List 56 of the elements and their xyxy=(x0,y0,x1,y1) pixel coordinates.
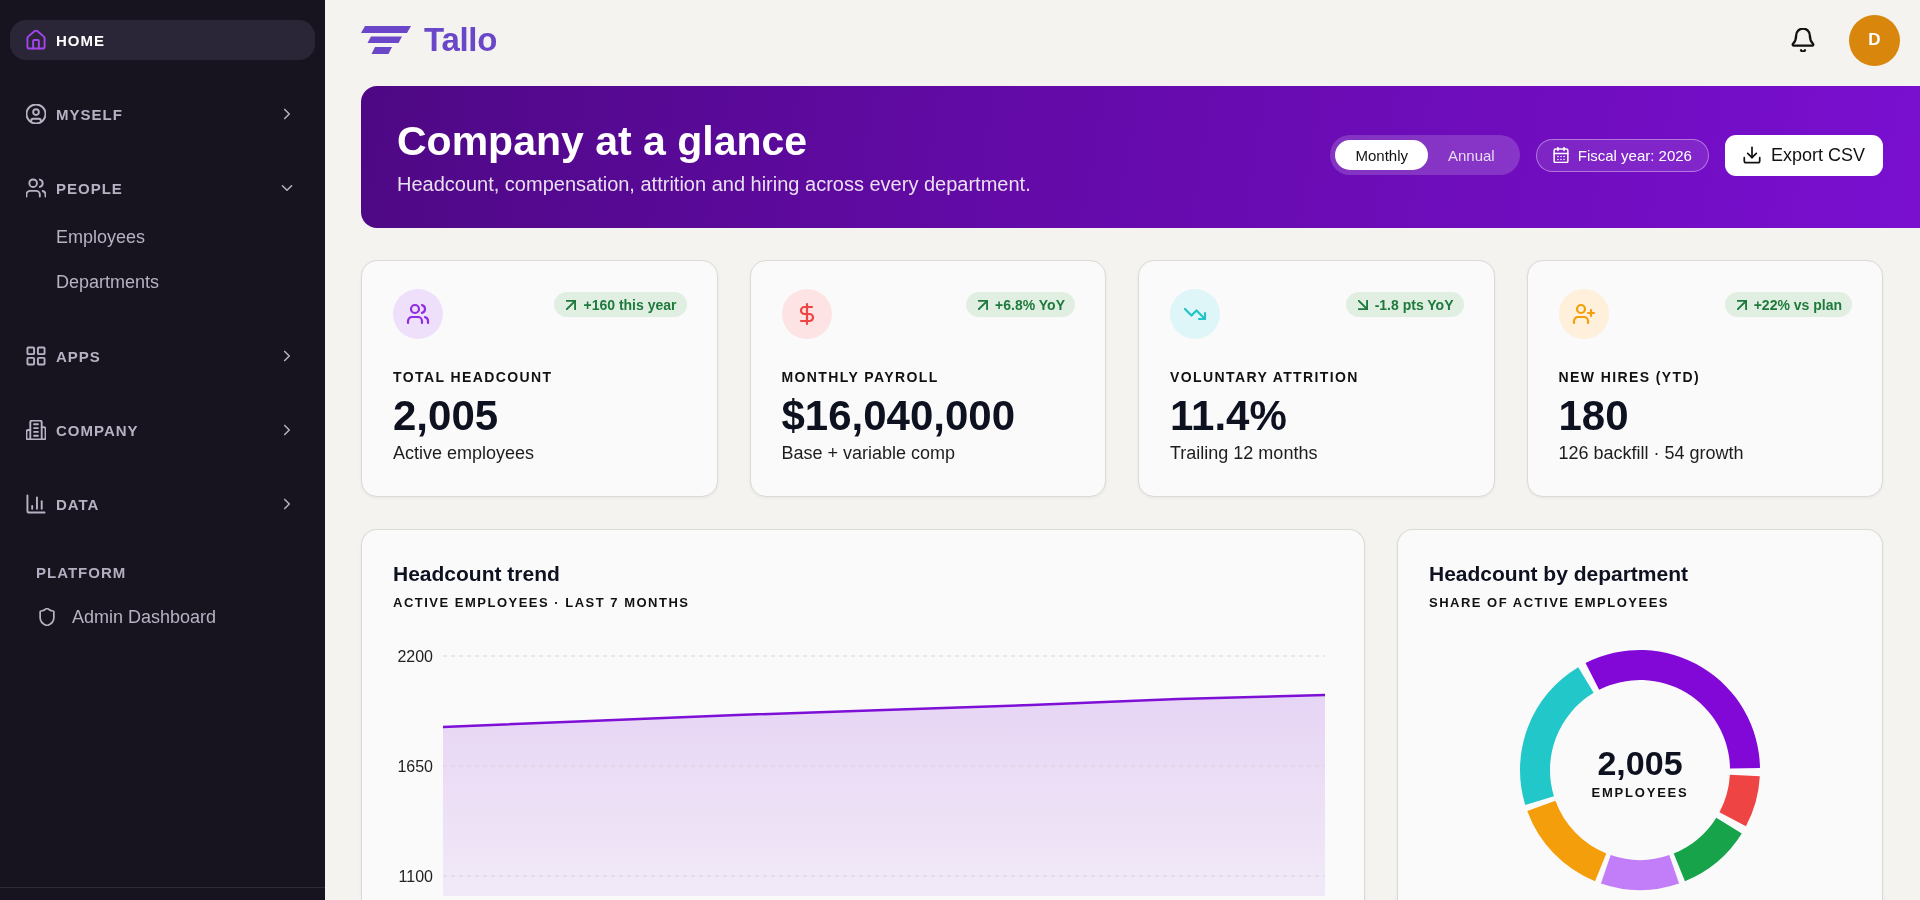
user-plus-icon xyxy=(1558,289,1609,339)
home-icon xyxy=(26,30,46,50)
period-tab[interactable]: Monthly xyxy=(1335,140,1428,170)
kpi-label: TOTAL HEADCOUNT xyxy=(393,368,553,386)
nav-item[interactable]: Admin Dashboard xyxy=(10,597,315,637)
export-button[interactable]: Export CSV xyxy=(1724,134,1883,176)
kpi-value: 11.4% xyxy=(1170,393,1287,439)
nav-item[interactable]: PEOPLE xyxy=(10,168,315,208)
section-heading: PLATFORM xyxy=(36,563,127,583)
y-axis-label: 2200 xyxy=(397,647,433,665)
kpi-label: NEW HIRES (YTD) xyxy=(1558,368,1701,386)
grid-icon xyxy=(26,346,46,366)
bar-chart-icon xyxy=(26,494,46,514)
nav-item[interactable]: APPS xyxy=(10,336,315,376)
nav-subitem[interactable]: Employees xyxy=(10,217,315,257)
chart-title: Headcount trend xyxy=(393,561,560,587)
page-title: Company at a glance xyxy=(397,118,808,164)
trend-text: +6.8% YoY xyxy=(995,296,1065,313)
chart-title: Headcount by department xyxy=(1429,561,1689,587)
logo-icon xyxy=(361,26,411,54)
kpi-label: MONTHLY PAYROLL xyxy=(781,368,939,386)
period-tab[interactable]: Annual xyxy=(1428,140,1515,170)
bell-icon[interactable] xyxy=(1791,28,1815,52)
nav-item[interactable]: HOME xyxy=(10,20,315,60)
y-axis-label: 1650 xyxy=(397,757,433,775)
kpi-value: 2,005 xyxy=(393,393,499,439)
trend-text: -1.8 pts YoY xyxy=(1374,296,1454,313)
kpi-label: VOLUNTARY ATTRITION xyxy=(1170,368,1359,386)
kpi-caption: Active employees xyxy=(393,442,535,464)
shield-icon xyxy=(38,608,56,626)
donut-total: 2,005 xyxy=(1597,744,1683,782)
trend-text: +22% vs plan xyxy=(1753,296,1842,313)
kpi-caption: Base + variable comp xyxy=(781,442,956,464)
chart-subtitle: SHARE OF ACTIVE EMPLOYEES xyxy=(1429,595,1669,611)
calendar-icon xyxy=(1552,147,1569,163)
kpi-caption: 126 backfill · 54 growth xyxy=(1558,442,1744,464)
kpi-caption: Trailing 12 months xyxy=(1170,442,1318,464)
kpi-value: 180 xyxy=(1558,393,1629,439)
nav-item[interactable]: MYSELF xyxy=(10,94,315,134)
dollar-icon xyxy=(781,289,832,339)
chart-subtitle: ACTIVE EMPLOYEES · LAST 7 MONTHS xyxy=(393,595,690,611)
fiscal-year-button[interactable]: Fiscal year: 2026 xyxy=(1535,138,1709,172)
trending-down-icon xyxy=(1170,289,1220,339)
trend-text: +160 this year xyxy=(583,296,677,313)
donut-label: EMPLOYEES xyxy=(1591,785,1689,800)
people-icon xyxy=(393,289,443,339)
download-icon xyxy=(1742,146,1761,164)
nav-subitem[interactable]: Departments xyxy=(10,262,315,302)
nav-item[interactable]: COMPANY xyxy=(10,410,315,450)
people-icon xyxy=(26,178,46,198)
y-axis-label: 1100 xyxy=(398,867,433,885)
kpi-value: $16,040,000 xyxy=(781,393,1016,439)
building-icon xyxy=(26,420,46,440)
nav-item[interactable]: DATA xyxy=(10,484,315,524)
brand-name: Tallo xyxy=(424,20,498,60)
page-subtitle: Headcount, compensation, attrition and hiring across every department. xyxy=(397,172,1031,196)
